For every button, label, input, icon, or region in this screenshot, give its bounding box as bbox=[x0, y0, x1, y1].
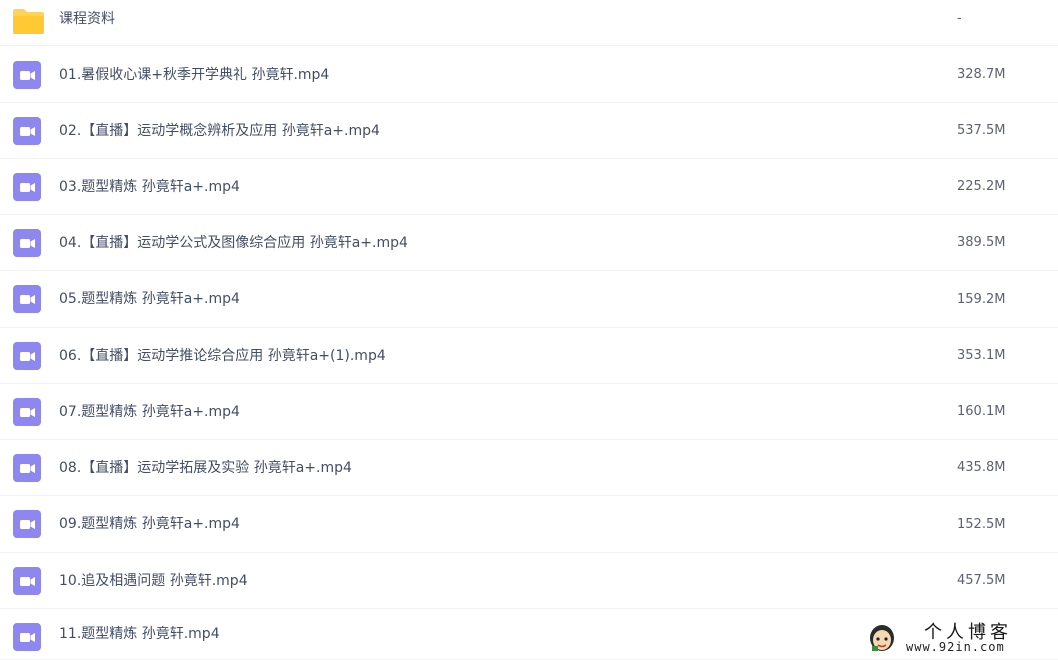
file-name[interactable]: 课程资料 bbox=[59, 0, 115, 38]
video-file-icon bbox=[13, 342, 41, 370]
file-name[interactable]: 02.【直播】运动学概念辨析及应用 孙竟轩a+.mp4 bbox=[59, 103, 380, 159]
video-file-icon bbox=[13, 398, 41, 426]
video-file-icon bbox=[13, 454, 41, 482]
video-file-icon bbox=[13, 510, 41, 538]
file-row[interactable]: 02.【直播】运动学概念辨析及应用 孙竟轩a+.mp4 537.5M bbox=[0, 103, 1058, 159]
file-size: 353.1M bbox=[957, 348, 1006, 363]
file-name[interactable]: 09.题型精炼 孙竟轩a+.mp4 bbox=[59, 496, 240, 553]
file-name[interactable]: 10.追及相遇问题 孙竟轩.mp4 bbox=[59, 553, 248, 609]
file-name[interactable]: 01.暑假收心课+秋季开学典礼 孙竟轩.mp4 bbox=[59, 47, 329, 103]
file-size: 457.5M bbox=[957, 573, 1006, 588]
file-name[interactable]: 03.题型精炼 孙竟轩a+.mp4 bbox=[59, 159, 240, 215]
watermark-url: www.92in.com bbox=[906, 640, 1005, 654]
video-file-icon bbox=[13, 117, 41, 145]
file-name[interactable]: 06.【直播】运动学推论综合应用 孙竟轩a+(1).mp4 bbox=[59, 328, 386, 384]
video-file-icon bbox=[13, 285, 41, 313]
file-size: 225.2M bbox=[957, 179, 1006, 194]
file-row[interactable]: 01.暑假收心课+秋季开学典礼 孙竟轩.mp4 328.7M bbox=[0, 47, 1058, 103]
file-row[interactable]: 08.【直播】运动学拓展及实验 孙竟轩a+.mp4 435.8M bbox=[0, 440, 1058, 496]
file-row[interactable]: 05.题型精炼 孙竟轩a+.mp4 159.2M bbox=[0, 271, 1058, 328]
file-size: 160.1M bbox=[957, 404, 1006, 419]
file-row[interactable]: 09.题型精炼 孙竟轩a+.mp4 152.5M bbox=[0, 496, 1058, 553]
file-row[interactable]: 04.【直播】运动学公式及图像综合应用 孙竟轩a+.mp4 389.5M bbox=[0, 215, 1058, 271]
video-file-icon bbox=[13, 173, 41, 201]
file-list: 课程资料 - 01.暑假收心课+秋季开学典礼 孙竟轩.mp4 328.7M 02.【直播… bbox=[0, 0, 1058, 660]
file-row[interactable]: 07.题型精炼 孙竟轩a+.mp4 160.1M bbox=[0, 384, 1058, 440]
file-name[interactable]: 07.题型精炼 孙竟轩a+.mp4 bbox=[59, 384, 240, 440]
file-size: 435.8M bbox=[957, 460, 1006, 475]
file-size: 152.5M bbox=[957, 517, 1006, 532]
folder-icon bbox=[12, 7, 45, 35]
video-file-icon bbox=[13, 229, 41, 257]
video-file-icon bbox=[13, 567, 41, 595]
file-name[interactable]: 08.【直播】运动学拓展及实验 孙竟轩a+.mp4 bbox=[59, 440, 352, 496]
video-file-icon bbox=[13, 61, 41, 89]
watermark-avatar-icon bbox=[870, 625, 894, 651]
file-size: 537.5M bbox=[957, 123, 1006, 138]
file-row[interactable]: 03.题型精炼 孙竟轩a+.mp4 225.2M bbox=[0, 159, 1058, 215]
file-name[interactable]: 05.题型精炼 孙竟轩a+.mp4 bbox=[59, 271, 240, 328]
watermark: 个人博客 www.92in.com bbox=[864, 618, 1054, 658]
file-row[interactable]: 06.【直播】运动学推论综合应用 孙竟轩a+(1).mp4 353.1M bbox=[0, 328, 1058, 384]
file-row[interactable]: 10.追及相遇问题 孙竟轩.mp4 457.5M bbox=[0, 553, 1058, 609]
file-size: - bbox=[957, 11, 962, 26]
file-size: 389.5M bbox=[957, 235, 1006, 250]
file-name[interactable]: 04.【直播】运动学公式及图像综合应用 孙竟轩a+.mp4 bbox=[59, 215, 408, 271]
file-size: 328.7M bbox=[957, 67, 1006, 82]
file-name[interactable]: 11.题型精炼 孙竟轩.mp4 bbox=[59, 609, 220, 660]
video-file-icon bbox=[13, 623, 41, 651]
file-size: 159.2M bbox=[957, 292, 1006, 307]
folder-row[interactable]: 课程资料 - bbox=[0, 0, 1058, 46]
